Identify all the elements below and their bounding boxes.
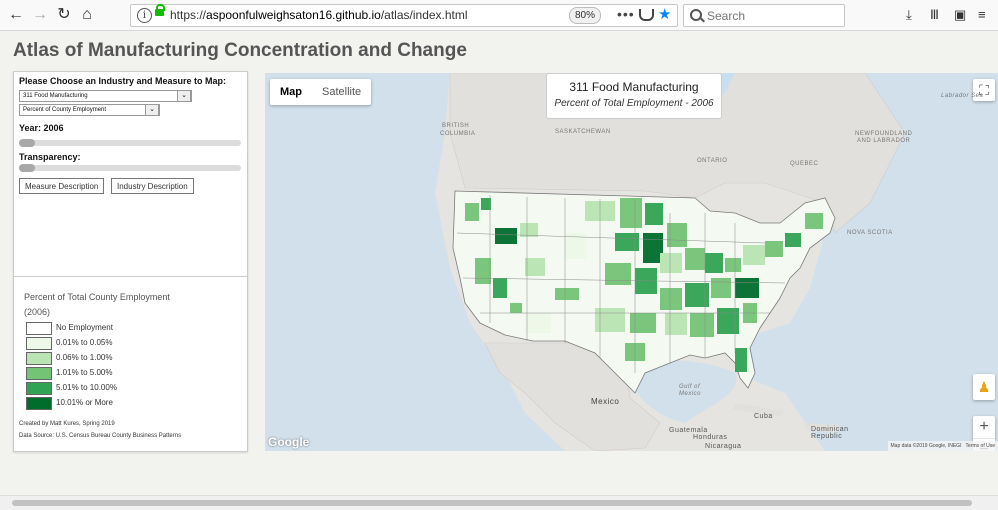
map-label-ontario: ONTARIO xyxy=(697,158,728,164)
map-data-credit[interactable]: Map data ©2019 Google, INEGI xyxy=(891,443,962,449)
address-bar[interactable]: i https://aspoonfulweighsaton16.github.i… xyxy=(130,4,678,27)
legend-label: 5.01% to 10.00% xyxy=(56,383,117,392)
terms-link[interactable]: Terms of Use xyxy=(966,443,995,449)
pegman-icon[interactable]: ♟ xyxy=(973,374,995,400)
legend-title-text: Percent of Total County Employment xyxy=(24,292,170,302)
browser-toolbar: ← → ↻ ⌂ i https://aspoonfulweighsaton16.… xyxy=(0,0,998,31)
search-placeholder: Search xyxy=(707,9,746,23)
forward-arrow-icon[interactable]: → xyxy=(30,5,50,25)
page-actions-icon[interactable]: ••• xyxy=(617,6,635,22)
map-label-quebec: QUEBEC xyxy=(790,161,819,167)
measure-select[interactable]: Percent of County Employment ⌄ xyxy=(19,104,160,116)
credit-author: Created by Matt Kures, Spring 2019 xyxy=(19,421,115,427)
map-label-nova-scotia: NOVA SCOTIA xyxy=(847,230,893,236)
legend-label: 10.01% or More xyxy=(56,398,113,407)
sidebar-icon[interactable]: ▣ xyxy=(954,7,966,23)
map-canvas[interactable]: Map Satellite 311 Food Manufacturing Per… xyxy=(265,73,998,451)
site-info-icon[interactable]: i xyxy=(137,8,152,23)
legend-swatch xyxy=(26,337,52,350)
search-icon xyxy=(690,9,702,21)
legend-label: 1.01% to 5.00% xyxy=(56,368,113,377)
year-slider-handle[interactable] xyxy=(19,139,35,147)
bookmark-star-icon[interactable]: ★ xyxy=(658,5,671,23)
map-label-nicaragua: Nicaragua xyxy=(705,443,742,450)
map-label-newfoundland-1: NEWFOUNDLAND xyxy=(855,131,913,137)
map-label-gulf-2: Mexico xyxy=(679,391,702,397)
chevron-down-icon[interactable]: ⌄ xyxy=(177,91,191,101)
map-info-subtitle: Percent of Total Employment - 2006 xyxy=(554,98,714,109)
url-text[interactable]: https://aspoonfulweighsaton16.github.io/… xyxy=(170,8,468,22)
measure-description-button[interactable]: Measure Description xyxy=(19,178,105,194)
choose-label: Please Choose an Industry and Measure to… xyxy=(19,76,227,86)
google-logo: Google xyxy=(268,435,310,449)
legend-label: 0.06% to 1.00% xyxy=(56,353,113,362)
legend-swatch xyxy=(26,352,52,365)
map-info-box: 311 Food Manufacturing Percent of Total … xyxy=(546,73,722,119)
legend-swatch xyxy=(26,382,52,395)
measure-selected-value: Percent of County Employment xyxy=(23,107,107,113)
map-graphic xyxy=(265,73,998,451)
map-label-cuba: Cuba xyxy=(754,413,773,420)
legend-title: Percent of Total County Employment (2006… xyxy=(24,290,224,320)
year-slider[interactable] xyxy=(19,139,241,147)
zoom-level-badge[interactable]: 80% xyxy=(569,7,602,24)
map-label-newfoundland-2: AND LABRADOR xyxy=(857,138,911,144)
map-label-bc-1: BRITISH xyxy=(442,123,470,129)
map-label-honduras: Honduras xyxy=(693,434,728,441)
horizontal-scrollbar[interactable] xyxy=(0,495,998,510)
map-label-dominican-1: Dominican xyxy=(811,426,849,433)
industry-description-button[interactable]: Industry Description xyxy=(111,178,194,194)
legend-subtitle: (2006) xyxy=(24,307,51,317)
legend-label: 0.01% to 0.05% xyxy=(56,338,113,347)
map-type-control: Map Satellite xyxy=(270,79,372,105)
legend-panel: Percent of Total County Employment (2006… xyxy=(13,276,248,452)
menu-icon[interactable]: ≡ xyxy=(978,7,986,22)
legend-swatch xyxy=(26,367,52,380)
scrollbar-thumb[interactable] xyxy=(12,500,972,506)
map-label-dominican-2: Republic xyxy=(811,433,843,440)
control-panel: Please Choose an Industry and Measure to… xyxy=(13,71,248,277)
map-label-mexico: Mexico xyxy=(591,397,620,406)
map-attribution: Map data ©2019 Google, INEGI Terms of Us… xyxy=(887,441,998,451)
back-arrow-icon[interactable]: ← xyxy=(6,5,26,25)
legend-swatch xyxy=(26,322,52,335)
page-title: Atlas of Manufacturing Concentration and… xyxy=(13,40,467,61)
reload-icon[interactable]: ↻ xyxy=(54,5,74,25)
year-label: Year: 2006 xyxy=(19,123,64,133)
transparency-slider[interactable] xyxy=(19,164,241,172)
map-info-title: 311 Food Manufacturing xyxy=(569,80,699,94)
lock-icon xyxy=(155,4,165,16)
map-type-map-button[interactable]: Map xyxy=(270,79,312,105)
industry-selected-value: 311 Food Manufacturing xyxy=(23,93,88,99)
map-label-gulf-1: Gulf of xyxy=(679,384,701,390)
search-field[interactable]: Search xyxy=(683,4,845,27)
industry-select[interactable]: 311 Food Manufacturing ⌄ xyxy=(19,90,192,102)
zoom-in-button[interactable]: + xyxy=(973,416,995,439)
library-icon[interactable]: Ⅲ xyxy=(930,7,939,23)
transparency-label: Transparency: xyxy=(19,152,81,162)
legend-label: No Employment xyxy=(56,323,113,332)
chevron-down-icon[interactable]: ⌄ xyxy=(145,105,159,115)
transparency-slider-handle[interactable] xyxy=(19,164,35,172)
pocket-icon[interactable] xyxy=(639,9,654,21)
map-label-guatemala: Guatemala xyxy=(669,427,708,434)
map-label-saskatchewan: SASKATCHEWAN xyxy=(555,129,611,135)
credit-source: Data Source: U.S. Census Bureau County B… xyxy=(19,433,182,439)
map-type-satellite-button[interactable]: Satellite xyxy=(312,79,371,105)
map-label-labrador-sea: Labrador Sea xyxy=(941,93,984,99)
legend-swatch xyxy=(26,397,52,410)
home-icon[interactable]: ⌂ xyxy=(77,5,97,25)
map-label-bc-2: COLUMBIA xyxy=(440,131,476,137)
downloads-icon[interactable]: ⤓ xyxy=(906,7,912,23)
